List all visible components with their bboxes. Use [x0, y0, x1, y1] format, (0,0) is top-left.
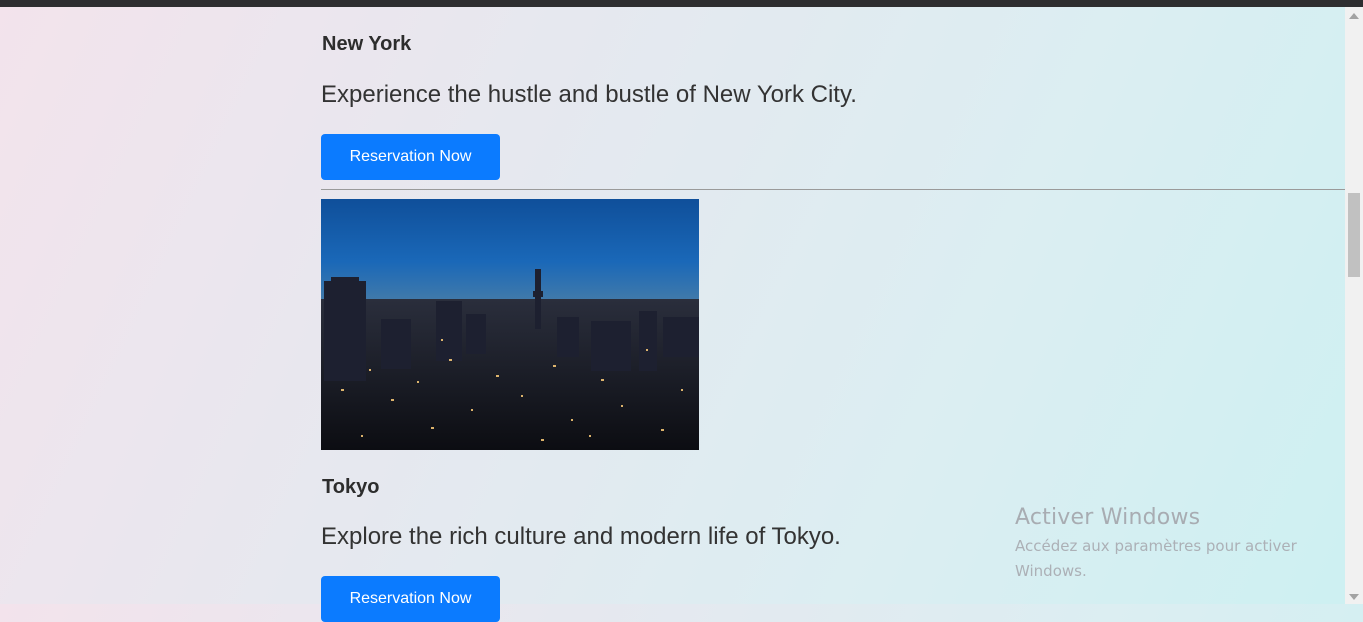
tokyo-skyline-image — [321, 199, 699, 450]
tokyo-description: Explore the rich culture and modern life… — [321, 523, 841, 550]
scrollbar-thumb[interactable] — [1348, 193, 1360, 277]
watermark-subtitle: Accédez aux paramètres pour activer Wind… — [1015, 537, 1297, 580]
scroll-down-arrow-icon[interactable] — [1349, 594, 1359, 600]
windows-activation-watermark: Activer Windows Accédez aux paramètres p… — [1015, 505, 1335, 584]
vertical-scrollbar[interactable] — [1345, 7, 1363, 604]
tokyo-reservation-button[interactable]: Reservation Now — [321, 576, 500, 622]
watermark-title: Activer Windows — [1015, 505, 1201, 530]
new-york-title: New York — [322, 33, 412, 55]
scroll-up-arrow-icon[interactable] — [1349, 13, 1359, 19]
new-york-description: Experience the hustle and bustle of New … — [321, 81, 857, 108]
new-york-reservation-button[interactable]: Reservation Now — [321, 134, 500, 180]
section-divider — [321, 189, 1345, 190]
tokyo-title: Tokyo — [322, 476, 380, 498]
